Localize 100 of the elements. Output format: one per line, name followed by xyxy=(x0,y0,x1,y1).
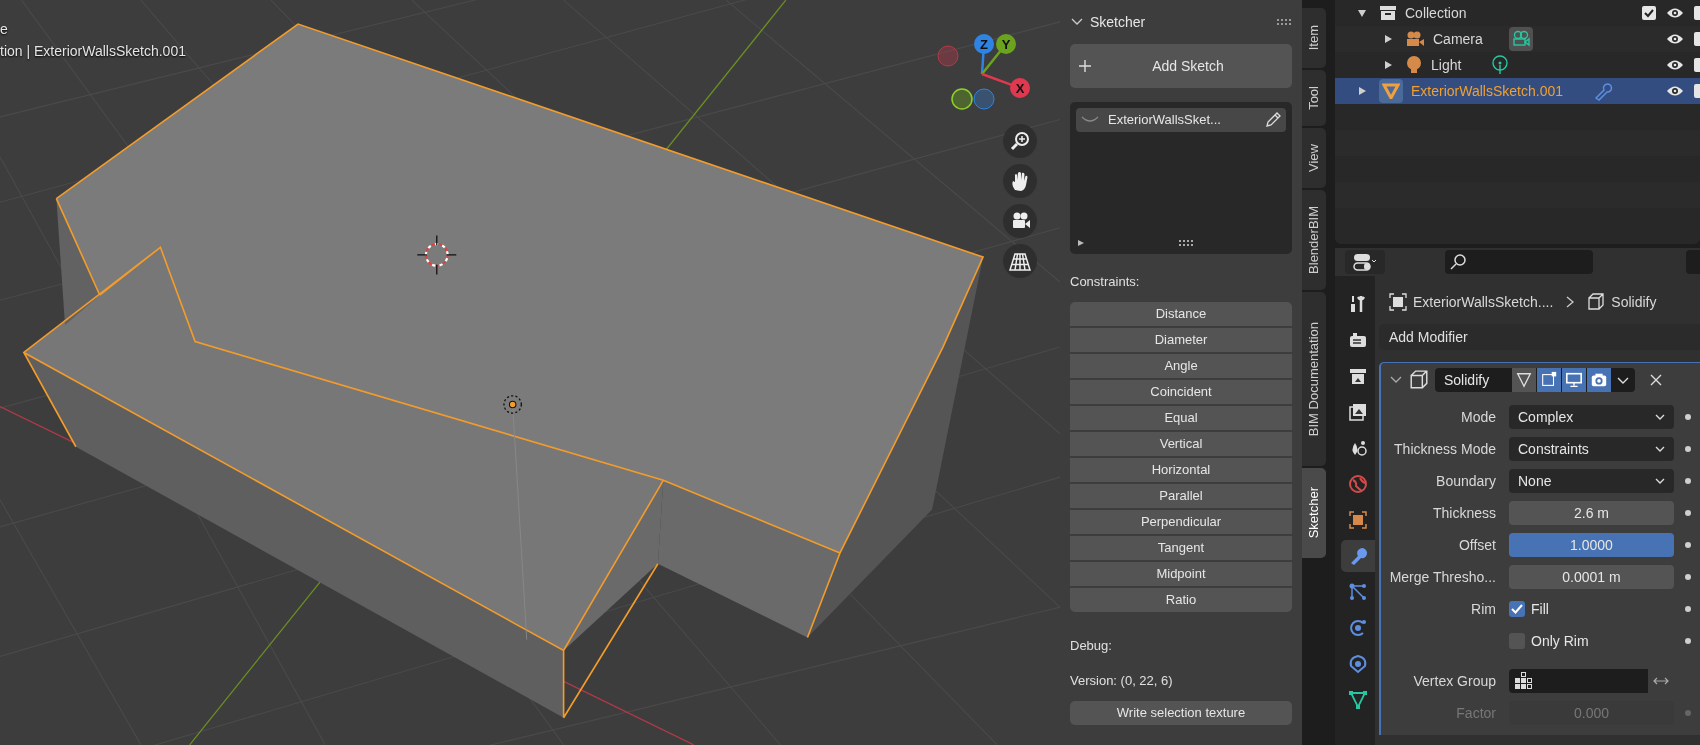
drag-handle-icon[interactable] xyxy=(1276,18,1292,26)
cube-icon xyxy=(1587,293,1606,311)
check-icon xyxy=(1511,603,1523,615)
add-modifier-dropdown[interactable]: Add Modifier xyxy=(1379,324,1700,350)
restrict-toggle-icon[interactable] xyxy=(1694,84,1700,98)
viewport-nav-button[interactable] xyxy=(1003,204,1037,238)
eye-icon[interactable] xyxy=(1666,58,1684,72)
sketch-name: ExteriorWallsSket... xyxy=(1108,111,1221,130)
constraint-button[interactable]: Angle xyxy=(1070,353,1292,378)
toggle-switch-icon xyxy=(1353,253,1377,271)
vertex-group-icon xyxy=(1514,672,1532,690)
wrench-icon[interactable] xyxy=(1593,81,1613,101)
disclosure-triangle-icon[interactable] xyxy=(1383,34,1393,44)
sidebar-tab[interactable]: BlenderBIM xyxy=(1302,190,1326,290)
camera-icon xyxy=(1405,30,1425,48)
object-icon xyxy=(1348,510,1368,530)
check-icon xyxy=(1644,8,1654,18)
property-label: Boundary xyxy=(1435,471,1496,491)
add-sketch-button[interactable]: Add Sketch xyxy=(1070,44,1292,88)
breadcrumb-text: ExteriorWallsSketch.... xyxy=(1413,292,1554,312)
dropdown-field[interactable]: None xyxy=(1509,469,1674,493)
checkbox-option[interactable]: Fill xyxy=(1509,597,1674,621)
chevron-down-icon xyxy=(1655,444,1665,454)
checkbox-option[interactable]: Only Rim xyxy=(1509,629,1674,653)
images-icon xyxy=(1348,402,1368,422)
constraint-button[interactable]: Tangent xyxy=(1070,535,1292,560)
close-icon[interactable] xyxy=(1649,373,1663,387)
viewport-nav-button[interactable] xyxy=(1003,244,1037,278)
constraint-button[interactable]: Distance xyxy=(1070,301,1292,326)
breadcrumb-text: Solidify xyxy=(1611,292,1657,312)
viewport-info-text: e xyxy=(0,20,9,38)
sidebar-tab[interactable]: Item xyxy=(1302,8,1326,68)
disclosure-triangle-icon[interactable] xyxy=(1357,86,1367,96)
outliner-label: Light xyxy=(1431,55,1462,75)
property-label: Offset xyxy=(1457,535,1496,555)
debug-button[interactable]: Write selection texture xyxy=(1070,700,1292,725)
disclosure-triangle-icon[interactable] xyxy=(1357,8,1367,18)
toggle-button[interactable] xyxy=(1511,368,1536,392)
viewport-info-text: tion | ExteriorWallsSketch.001 xyxy=(0,42,186,60)
light-data-icon[interactable] xyxy=(1491,55,1510,75)
navigation-gizmo-drawing[interactable]: Z Y X xyxy=(930,28,1040,118)
debug-label: Debug: xyxy=(1070,636,1113,655)
property-label: Rim xyxy=(1470,599,1496,619)
origin-icon xyxy=(503,395,528,641)
constraint-icon xyxy=(1348,654,1368,674)
outliner-label: ExteriorWallsSketch.001 xyxy=(1411,81,1563,101)
viewport-nav-button[interactable] xyxy=(1003,164,1037,198)
constraint-button[interactable]: Perpendicular xyxy=(1070,509,1292,534)
pencil-icon[interactable] xyxy=(1264,111,1282,129)
constraint-button[interactable]: Equal xyxy=(1070,405,1292,430)
constraint-button[interactable]: Vertical xyxy=(1070,431,1292,456)
printer-icon xyxy=(1348,366,1368,386)
particles-icon xyxy=(1348,582,1368,602)
toggle-button[interactable] xyxy=(1561,368,1586,392)
eye-icon[interactable] xyxy=(1666,84,1684,98)
tool-icon xyxy=(1348,294,1368,314)
constraint-button[interactable]: Midpoint xyxy=(1070,561,1292,586)
dropdown-field[interactable]: Constraints xyxy=(1509,437,1674,461)
constraint-button[interactable]: Horizontal xyxy=(1070,457,1292,482)
toggle-button[interactable] xyxy=(1536,368,1561,392)
zoom-icon xyxy=(1009,130,1031,152)
viewport-nav-button[interactable] xyxy=(1003,124,1037,158)
disclosure-triangle-icon[interactable] xyxy=(1383,60,1393,70)
camera-icon xyxy=(1590,371,1608,389)
sidebar-tab[interactable]: Sketcher xyxy=(1302,468,1326,558)
resize-grip-icon[interactable] xyxy=(1179,240,1193,246)
restrict-toggle-icon[interactable] xyxy=(1694,58,1700,72)
number-field[interactable]: 1.0000 xyxy=(1509,533,1674,557)
constraint-button[interactable]: Coincident xyxy=(1070,379,1292,404)
restrict-toggle-icon[interactable] xyxy=(1694,32,1700,46)
camera-data-icon[interactable] xyxy=(1508,27,1533,51)
sidebar-tab[interactable]: BIM Documentation xyxy=(1302,292,1326,466)
search-icon xyxy=(1449,253,1467,271)
physics-icon xyxy=(1348,618,1368,638)
dropdown-field[interactable]: Complex xyxy=(1509,405,1674,429)
constraint-button[interactable]: Parallel xyxy=(1070,483,1292,508)
number-field[interactable]: 0.0001 m xyxy=(1509,565,1674,589)
panel-title: Sketcher xyxy=(1090,12,1146,32)
sidebar-tab[interactable]: Tool xyxy=(1302,70,1326,126)
chevron-right-icon xyxy=(1565,295,1576,309)
globe-icon xyxy=(1348,474,1368,494)
search-field[interactable] xyxy=(1445,250,1593,274)
number-field[interactable]: 2.6 m xyxy=(1509,501,1674,525)
sidebar-tab[interactable]: View xyxy=(1302,128,1326,188)
3d-cursor-icon xyxy=(416,234,457,276)
eye-icon[interactable] xyxy=(1666,6,1684,20)
property-label: Merge Thresho... xyxy=(1388,567,1496,587)
box-icon xyxy=(1379,4,1397,22)
checkbox[interactable] xyxy=(1642,6,1656,20)
toggle-button[interactable] xyxy=(1586,368,1611,392)
double-arrow-icon xyxy=(1653,676,1669,686)
outliner-row[interactable]: ExteriorWallsSketch.001 xyxy=(1335,78,1700,104)
play-icon[interactable] xyxy=(1076,238,1086,248)
restrict-toggle-icon[interactable] xyxy=(1694,6,1700,20)
constraint-button[interactable]: Diameter xyxy=(1070,327,1292,352)
sketch-list-item[interactable]: ExteriorWallsSket... xyxy=(1076,108,1286,132)
constraint-button[interactable]: Ratio xyxy=(1070,587,1292,612)
property-label: Vertex Group xyxy=(1412,671,1496,691)
editor-type-dropdown[interactable] xyxy=(1345,250,1385,274)
eye-icon[interactable] xyxy=(1666,32,1684,46)
